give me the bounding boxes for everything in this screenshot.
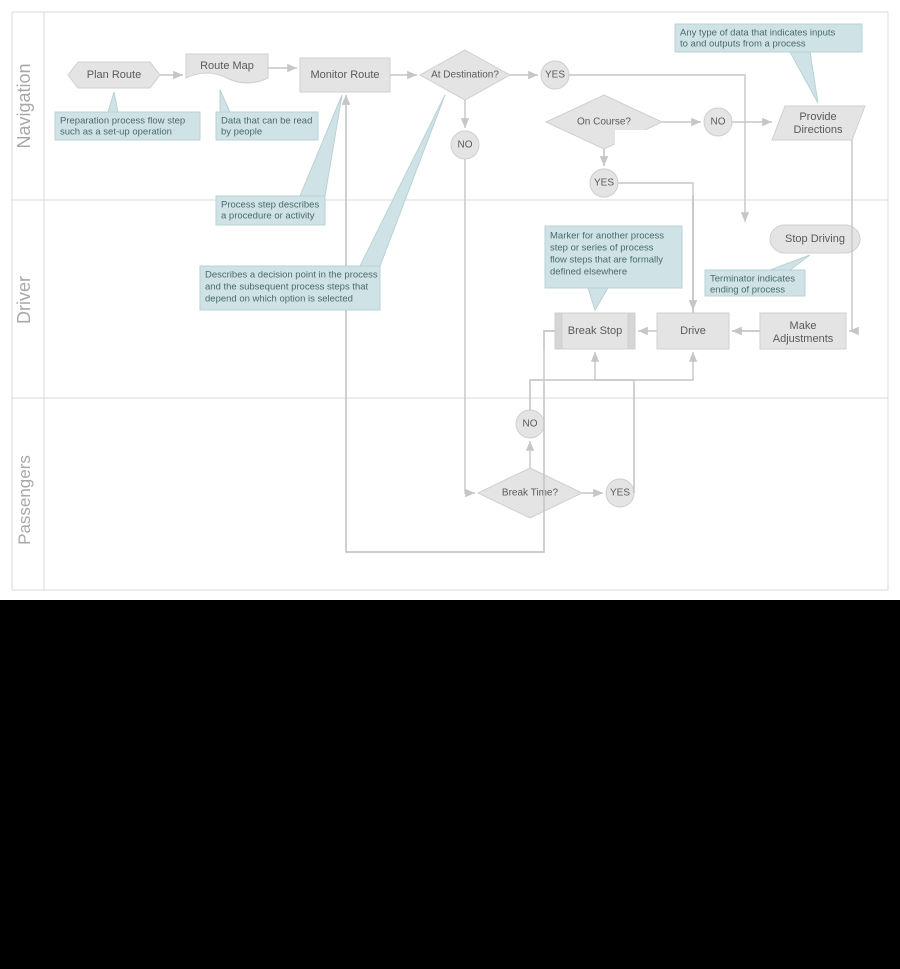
lane-label-passengers: Passengers (15, 455, 34, 545)
label-at-destination: At Destination? (431, 70, 499, 81)
svg-text:ending of process: ending of process (710, 284, 785, 295)
svg-text:flow steps that are formally: flow steps that are formally (550, 254, 663, 265)
svg-text:defined elsewhere: defined elsewhere (550, 266, 627, 277)
diagram-canvas: Navigation Driver Passengers Plan Route … (0, 0, 900, 600)
label-no-3: NO (523, 419, 538, 430)
label-monitor-route: Monitor Route (310, 69, 379, 81)
label-no-1: NO (458, 140, 473, 151)
label-on-course: On Course? (577, 117, 631, 128)
svg-text:by people: by people (221, 126, 262, 137)
label-route-map: Route Map (200, 60, 254, 72)
svg-text:Terminator indicates: Terminator indicates (710, 273, 795, 284)
svg-text:Data that can be read: Data that can be read (221, 115, 312, 126)
svg-text:and the subsequent process ste: and the subsequent process steps that (205, 281, 369, 292)
svg-text:a procedure or activity: a procedure or activity (221, 210, 315, 221)
svg-text:Marker for another process: Marker for another process (550, 230, 664, 241)
label-make-adj-2: Adjustments (773, 333, 834, 345)
label-plan-route: Plan Route (87, 69, 141, 81)
label-provide-directions-2: Directions (794, 124, 843, 136)
svg-text:Process step describes: Process step describes (221, 199, 319, 210)
svg-text:Drive: Drive (680, 325, 706, 337)
label-stop-driving: Stop Driving (785, 233, 845, 245)
lane-label-navigation: Navigation (14, 63, 34, 148)
svg-text:to and outputs from a process: to and outputs from a process (680, 38, 806, 49)
svg-text:Any type of data that indicate: Any type of data that indicates inputs (680, 27, 836, 38)
svg-text:step or series of process: step or series of process (550, 242, 654, 253)
label-make-adj-1: Make (790, 320, 817, 332)
svg-text:Break Stop: Break Stop (568, 325, 622, 337)
label-provide-directions-1: Provide (799, 111, 836, 123)
svg-text:Preparation process flow step: Preparation process flow step (60, 115, 185, 126)
svg-text:such as a set-up operation: such as a set-up operation (60, 126, 172, 137)
label-break-time: Break Time? (502, 488, 559, 499)
svg-text:YES: YES (594, 178, 614, 189)
svg-text:depend on which option is sele: depend on which option is selected (205, 293, 353, 304)
lane-label-driver: Driver (14, 276, 34, 324)
label-yes-1: YES (545, 70, 565, 81)
svg-text:Describes a decision point in: Describes a decision point in the proces… (205, 269, 378, 280)
label-no-2: NO (711, 117, 726, 128)
label-yes-3: YES (610, 488, 630, 499)
